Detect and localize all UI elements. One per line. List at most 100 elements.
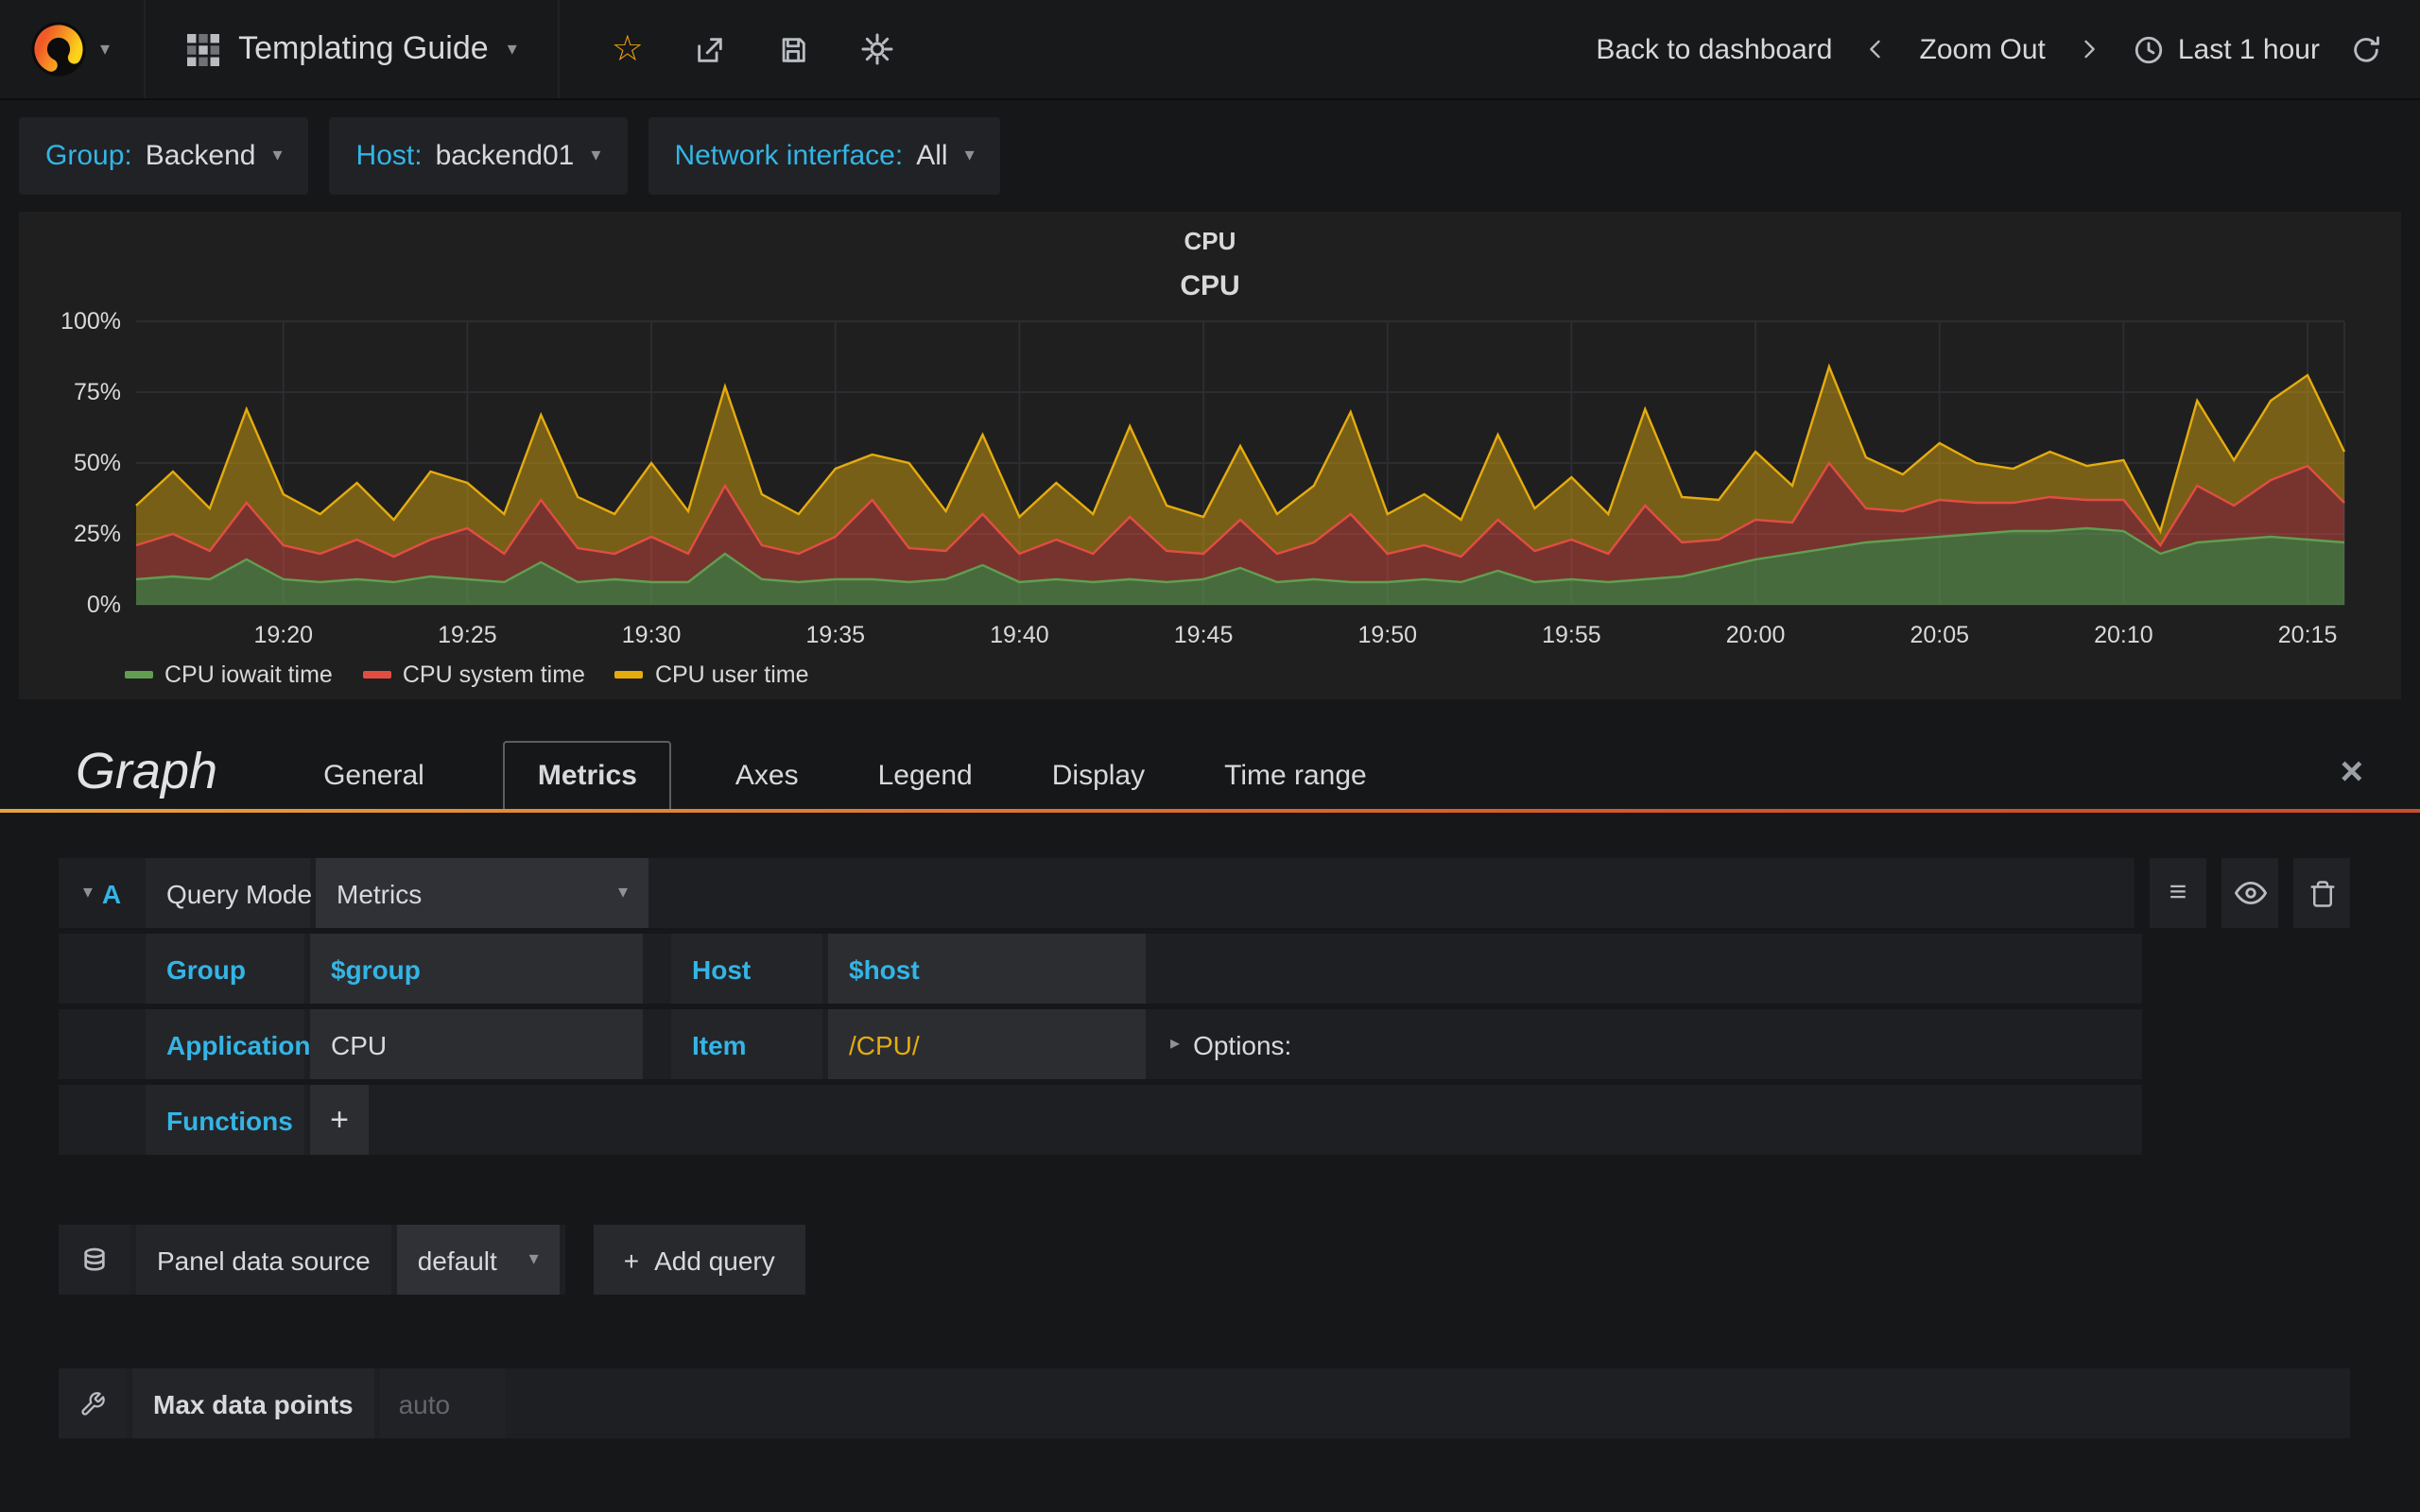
series-swatch	[614, 671, 644, 679]
svg-text:100%: 100%	[60, 308, 121, 335]
star-dashboard-button[interactable]: ☆	[612, 31, 644, 67]
application-field-input[interactable]: CPU	[310, 1009, 643, 1079]
tab-axes[interactable]: Axes	[735, 743, 799, 809]
svg-text:75%: 75%	[74, 379, 121, 405]
legend-item[interactable]: CPU iowait time	[125, 662, 333, 688]
svg-text:20:10: 20:10	[2094, 622, 2153, 648]
variable-group-label: Group:	[45, 140, 132, 172]
series-label: CPU user time	[654, 662, 809, 688]
time-picker-button[interactable]: Last 1 hour	[2133, 33, 2320, 65]
tab-time-range[interactable]: Time range	[1224, 743, 1367, 809]
svg-text:20:05: 20:05	[1910, 622, 1969, 648]
grafana-menu-button[interactable]: ▾	[0, 0, 147, 98]
svg-text:19:50: 19:50	[1357, 622, 1417, 648]
tab-legend[interactable]: Legend	[878, 743, 973, 809]
tab-general[interactable]: General	[323, 743, 424, 809]
dashboard-actions: ☆	[561, 0, 946, 98]
time-shift-back-button[interactable]	[1863, 36, 1890, 62]
query-ref-id: A	[101, 878, 122, 908]
variable-group-dropdown[interactable]: Group: Backend ▾	[19, 117, 309, 195]
editor-header: Graph General Metrics Axes Legend Displa…	[0, 699, 2420, 809]
add-query-button[interactable]: + Add query	[593, 1225, 805, 1295]
clock-icon	[2135, 35, 2163, 63]
variable-host-value: backend01	[435, 140, 575, 172]
tab-metrics[interactable]: Metrics	[503, 741, 671, 809]
toggle-query-visibility-button[interactable]	[2221, 858, 2278, 928]
dashboard-grid-icon	[187, 33, 220, 65]
chevron-left-icon	[1870, 40, 1881, 59]
query-a-collapse[interactable]: ▾ A	[59, 858, 146, 928]
datasource-label: Panel data source	[136, 1225, 391, 1295]
panel-title[interactable]: CPU	[38, 219, 2382, 257]
query-row-functions: Functions +	[59, 1085, 2350, 1155]
svg-text:19:55: 19:55	[1542, 622, 1601, 648]
chevron-down-icon: ▾	[964, 146, 975, 166]
tab-display[interactable]: Display	[1052, 743, 1145, 809]
zoom-out-button[interactable]: Zoom Out	[1920, 33, 2046, 65]
svg-text:19:25: 19:25	[438, 622, 497, 648]
group-field-value: $group	[331, 954, 421, 984]
svg-text:0%: 0%	[87, 592, 121, 618]
dashboard-title: Templating Guide	[238, 30, 489, 66]
time-shift-forward-button[interactable]	[2076, 36, 2102, 62]
save-dashboard-button[interactable]	[778, 33, 810, 65]
back-to-dashboard-button[interactable]: Back to dashboard	[1596, 33, 1832, 65]
svg-text:19:30: 19:30	[622, 622, 682, 648]
wrench-icon	[81, 1391, 105, 1415]
navbar: ▾ Templating Guide ▾ ☆ Back to dashboard…	[0, 0, 2420, 100]
query-row-group-host: Group $group Host $host	[59, 934, 2350, 1004]
dashboard-settings-button[interactable]	[861, 32, 895, 66]
dashboard-title-dropdown[interactable]: Templating Guide ▾	[146, 0, 561, 98]
datasource-row: Panel data source default ▾ + Add query	[59, 1225, 2350, 1295]
svg-text:19:20: 19:20	[253, 622, 313, 648]
svg-text:19:35: 19:35	[805, 622, 865, 648]
query-mode-select[interactable]: Metrics ▾	[316, 858, 648, 928]
max-data-points-input[interactable]	[379, 1368, 505, 1438]
plus-icon: +	[330, 1101, 349, 1137]
variable-host-dropdown[interactable]: Host: backend01 ▾	[329, 117, 628, 195]
legend-item[interactable]: CPU system time	[362, 662, 585, 688]
wrench-icon-cell	[59, 1368, 127, 1438]
svg-text:50%: 50%	[74, 450, 121, 476]
options-toggle[interactable]: ▸ Options:	[1170, 1009, 1291, 1079]
functions-label: Functions	[146, 1085, 304, 1155]
datasource-icon-cell	[59, 1225, 130, 1295]
zoom-out-label: Zoom Out	[1919, 33, 2046, 65]
chevron-right-icon	[2084, 40, 2095, 59]
cpu-usage-chart[interactable]: 0% 25% 50% 75% 100% 19:20 19:25 19:30 19:35 19:40…	[38, 306, 2382, 658]
close-editor-button[interactable]: ×	[2328, 750, 2375, 794]
host-field-value: $host	[849, 954, 920, 984]
chevron-right-icon: ▸	[1170, 1034, 1181, 1055]
share-icon	[699, 37, 723, 61]
variable-network-interface-dropdown[interactable]: Network interface: All ▾	[648, 117, 1001, 195]
chart-title: CPU	[1180, 270, 1240, 302]
application-field-value: CPU	[331, 1029, 388, 1059]
group-field-input[interactable]: $group	[310, 934, 643, 1004]
editor-body: ▾ A Query Mode Metrics ▾ ≡ Group $group …	[0, 813, 2420, 1438]
delete-query-button[interactable]	[2293, 858, 2350, 928]
query-row-application-item: Application CPU Item /CPU/ ▸ Options:	[59, 1009, 2350, 1079]
application-field-label: Application	[146, 1009, 310, 1079]
series-label: CPU system time	[402, 662, 585, 688]
variable-host-label: Host:	[355, 140, 423, 172]
share-dashboard-button[interactable]	[695, 33, 727, 65]
chevron-down-icon: ▾	[100, 39, 111, 60]
trash-icon	[2309, 880, 2334, 906]
item-field-input[interactable]: /CPU/	[828, 1009, 1146, 1079]
series-label: CPU iowait time	[164, 662, 333, 688]
panel-editor: Graph General Metrics Axes Legend Displa…	[0, 699, 2420, 1438]
host-field-input[interactable]: $host	[828, 934, 1146, 1004]
add-query-label: Add query	[654, 1245, 775, 1275]
series-swatch	[125, 671, 153, 679]
add-function-button[interactable]: +	[310, 1085, 369, 1155]
grafana-app: ▾ Templating Guide ▾ ☆ Back to dashboard…	[0, 0, 2420, 1512]
panel-type-title: Graph	[76, 743, 218, 799]
editor-tabs: General Metrics Axes Legend Display Time…	[323, 741, 1446, 809]
svg-text:19:45: 19:45	[1174, 622, 1234, 648]
refresh-button[interactable]	[2350, 33, 2382, 65]
legend-item[interactable]: CPU user time	[614, 662, 809, 688]
chevron-down-icon: ▾	[272, 146, 283, 166]
refresh-icon	[2354, 35, 2379, 61]
query-menu-button[interactable]: ≡	[2150, 858, 2206, 928]
datasource-select[interactable]: default ▾	[396, 1225, 560, 1295]
